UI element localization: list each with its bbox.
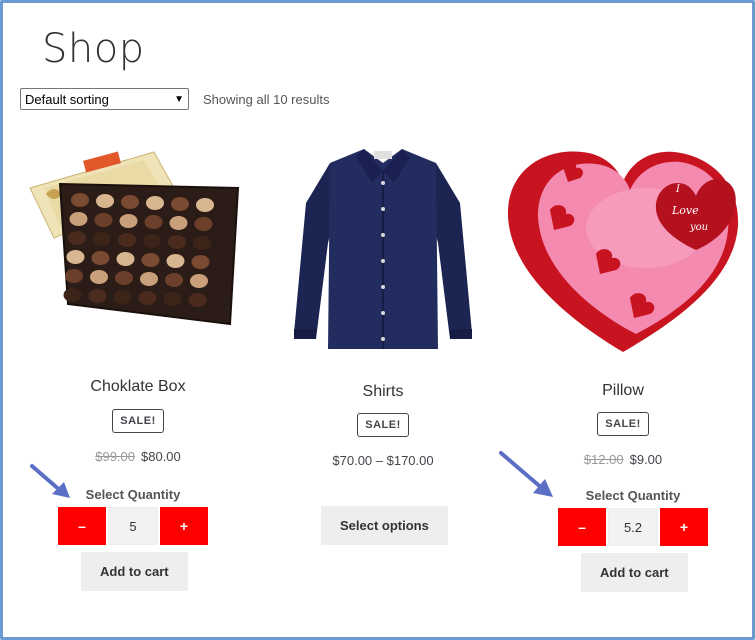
product-image-shirt[interactable] bbox=[288, 143, 478, 355]
product-card-shirts: Shirts SALE! $70.00 – $170.00 bbox=[283, 383, 483, 468]
product-title[interactable]: Choklate Box bbox=[38, 378, 238, 396]
select-options-button[interactable]: Select options bbox=[321, 506, 448, 545]
old-price: $12.00 bbox=[583, 452, 624, 467]
sale-price: $9.00 bbox=[629, 452, 663, 467]
svg-text:Love: Love bbox=[671, 204, 699, 217]
qty-decrease-button[interactable]: – bbox=[558, 508, 606, 546]
old-price: $99.00 bbox=[95, 449, 135, 464]
add-to-cart-button[interactable]: Add to cart bbox=[581, 553, 688, 592]
qty-input[interactable]: 5 bbox=[108, 507, 158, 545]
product-title[interactable]: Shirts bbox=[283, 383, 483, 401]
price-range: $70.00 – $170.00 bbox=[332, 453, 434, 468]
sorting-select[interactable]: Default sorting ▼ bbox=[20, 88, 189, 110]
sale-badge: SALE! bbox=[112, 409, 164, 433]
qty-increase-button[interactable]: + bbox=[160, 507, 208, 545]
quantity-selector: Select Quantity – 5.2 + bbox=[558, 488, 708, 546]
sorting-value: Default sorting bbox=[25, 91, 109, 107]
page-title: Shop bbox=[42, 26, 145, 72]
annotation-arrow-icon bbox=[30, 464, 70, 498]
result-count: Showing all 10 results bbox=[203, 92, 330, 107]
product-card-chocolate-box: Choklate Box SALE! $99.00 $80.00 bbox=[38, 378, 238, 464]
qty-decrease-button[interactable]: – bbox=[58, 507, 106, 545]
sale-price: $80.00 bbox=[141, 449, 181, 464]
qty-increase-button[interactable]: + bbox=[660, 508, 708, 546]
qty-label: Select Quantity bbox=[85, 487, 181, 502]
svg-text:you: you bbox=[689, 222, 708, 233]
add-to-cart-button[interactable]: Add to cart bbox=[81, 552, 188, 591]
chevron-down-icon: ▼ bbox=[174, 93, 184, 105]
product-image-heart-pillow[interactable]: I Love you bbox=[506, 148, 740, 354]
product-title[interactable]: Pillow bbox=[523, 382, 723, 400]
sale-badge: SALE! bbox=[597, 412, 649, 436]
qty-label: Select Quantity bbox=[585, 488, 681, 503]
annotation-arrow-icon bbox=[499, 451, 553, 497]
sale-badge: SALE! bbox=[357, 413, 409, 437]
product-image-chocolate-box[interactable] bbox=[24, 148, 240, 328]
qty-input[interactable]: 5.2 bbox=[608, 508, 658, 546]
quantity-selector: Select Quantity – 5 + bbox=[58, 487, 208, 545]
